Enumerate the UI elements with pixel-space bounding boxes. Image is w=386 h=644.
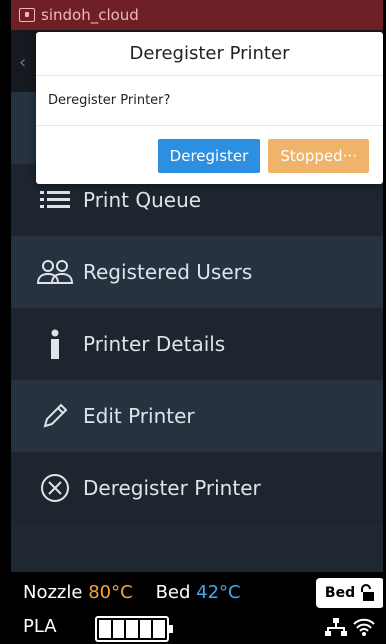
temperature-readout: Nozzle 80°C Bed 42°C [23,582,241,603]
bed-label: Bed [155,582,191,603]
app-frame: sindoh_cloud ‹ › Print Queue Registered … [11,0,383,644]
connectivity-icons [325,618,375,636]
menu-item-label: Print Queue [83,188,202,212]
list-icon [37,182,73,218]
network-icon [325,618,347,636]
menu-item-registered-users[interactable]: Registered Users [11,236,383,308]
filament-level-indicator [95,616,173,642]
bed-button-label: Bed [324,585,356,601]
info-icon [37,326,73,362]
bed-temp: 42°C [196,582,241,603]
bed-lock-button[interactable]: Bed [316,578,383,608]
menu-item-deregister-printer[interactable]: Deregister Printer [11,452,383,524]
menu-item-printer-details[interactable]: Printer Details [11,308,383,380]
dialog-message: Deregister Printer? [36,76,383,126]
menu-item-label: Registered Users [83,260,253,284]
stopped-button[interactable]: Stopped··· [268,139,369,173]
nozzle-label: Nozzle [23,582,83,603]
camera-icon [19,8,35,22]
menu-item-label: Printer Details [83,332,226,356]
dialog-buttons: Deregister Stopped··· [157,139,369,173]
material-label: PLA [23,616,57,637]
menu-item-label: Deregister Printer [83,476,261,500]
circle-x-icon [37,470,73,506]
status-bar: Nozzle 80°C Bed 42°C Bed PLA [11,572,383,644]
dialog-title: Deregister Printer [36,32,383,76]
users-icon [37,254,73,290]
deregister-dialog: Deregister Printer Deregister Printer? D… [36,32,383,184]
wifi-icon [353,618,375,636]
menu-item-edit-printer[interactable]: Edit Printer [11,380,383,452]
pencil-icon [37,398,73,434]
unlock-icon [361,584,375,601]
title-bar: sindoh_cloud [11,0,383,30]
menu-item-label: Edit Printer [83,404,195,428]
deregister-button[interactable]: Deregister [157,139,261,173]
app-name: sindoh_cloud [41,6,139,24]
nozzle-temp: 80°C [88,582,133,603]
chevron-left-icon[interactable]: ‹ [19,52,26,73]
